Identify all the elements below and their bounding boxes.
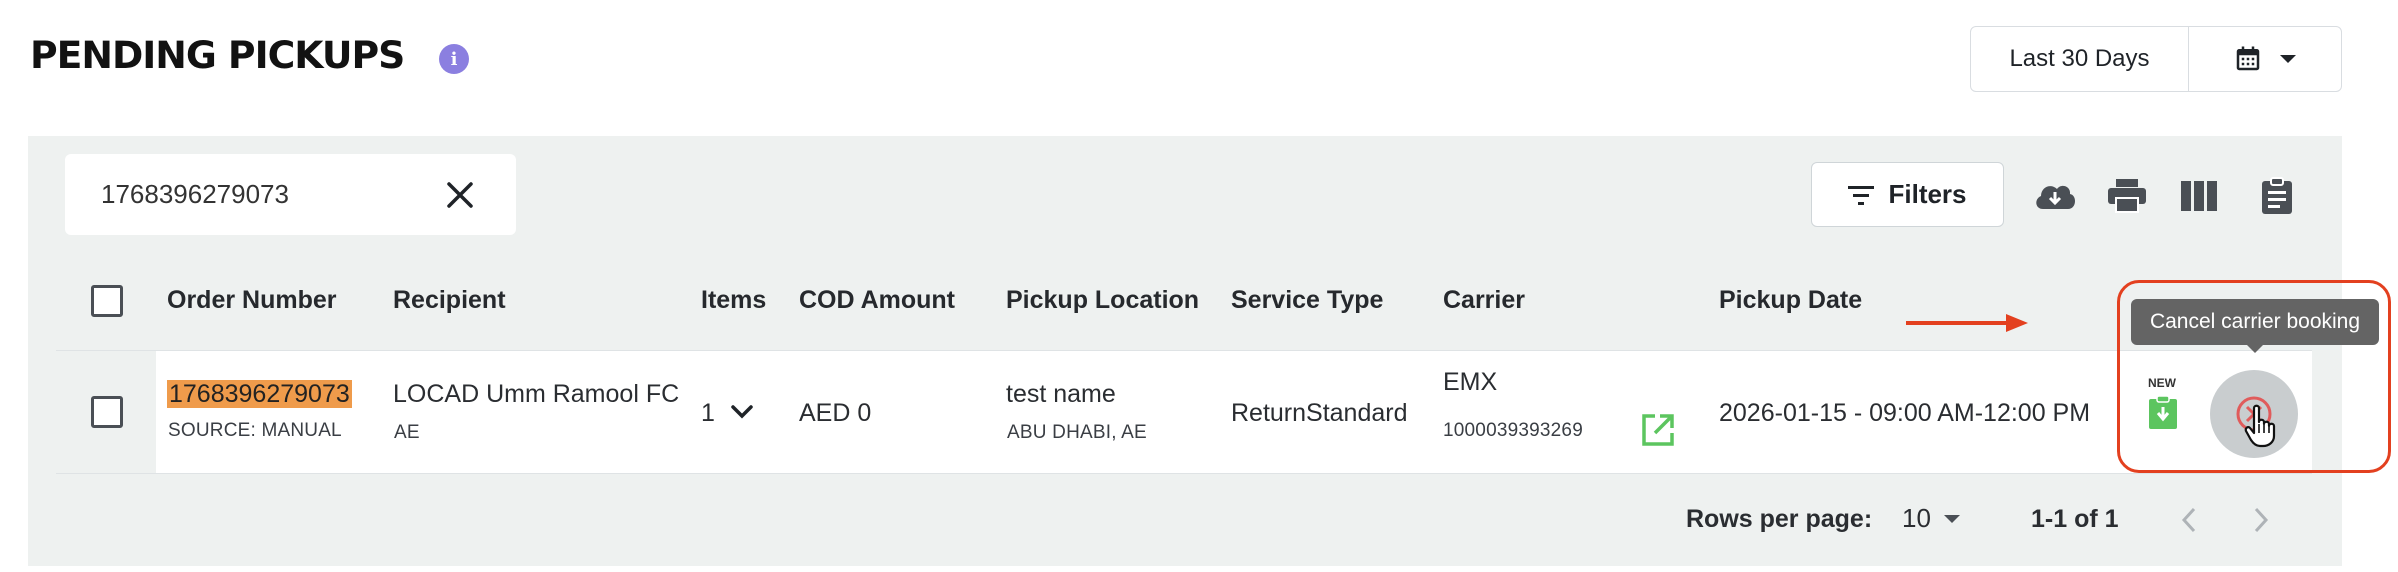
caret-down-icon: [2280, 55, 2296, 63]
chevron-down-icon: [731, 405, 753, 419]
order-number-value[interactable]: 1768396279073: [167, 380, 352, 408]
order-number-cell[interactable]: 1768396279073: [167, 380, 352, 409]
tooltip: Cancel carrier booking: [2131, 299, 2379, 345]
filter-icon: [1848, 185, 1875, 205]
column-header-carrier[interactable]: Carrier: [1443, 286, 1525, 315]
column-header-cod-amount[interactable]: COD Amount: [799, 286, 955, 315]
page-title: PENDING PICKUPS: [30, 34, 405, 77]
row-checkbox[interactable]: [91, 396, 123, 428]
pickup-location-city: ABU DHABI, AE: [1007, 422, 1147, 443]
tracking-number: 1000039393269: [1443, 420, 1583, 441]
external-link-icon: [1642, 414, 1674, 446]
tooltip-arrow: [2246, 344, 2264, 353]
print-icon[interactable]: [2105, 174, 2149, 218]
column-header-recipient[interactable]: Recipient: [393, 286, 506, 315]
previous-page-button[interactable]: [2172, 503, 2206, 537]
service-type: ReturnStandard: [1231, 399, 1408, 427]
select-all-checkbox[interactable]: [91, 285, 123, 317]
close-icon: [447, 181, 473, 208]
filters-label: Filters: [1888, 179, 1967, 209]
date-range-button[interactable]: Last 30 Days: [1971, 27, 2189, 91]
recipient-country: AE: [394, 422, 420, 443]
chevron-left-icon: [2181, 507, 2196, 533]
date-range-group: Last 30 Days: [1970, 26, 2342, 92]
pickup-location-name: test name: [1006, 380, 1116, 408]
recipient-name: LOCAD Umm Ramool FC: [393, 380, 680, 408]
search-field[interactable]: 1768396279073: [65, 154, 516, 235]
column-header-items[interactable]: Items: [701, 286, 766, 315]
search-input-value[interactable]: 1768396279073: [101, 179, 440, 210]
cod-amount: AED 0: [799, 399, 872, 427]
column-header-service-type[interactable]: Service Type: [1231, 286, 1383, 315]
download-icon[interactable]: [2033, 174, 2077, 218]
filters-button[interactable]: Filters: [1811, 162, 2004, 227]
next-page-button[interactable]: [2244, 503, 2278, 537]
pagination-range: 1-1 of 1: [2031, 505, 2119, 533]
rows-per-page-select[interactable]: 10: [1902, 503, 1961, 534]
clear-search-button[interactable]: [440, 175, 480, 215]
column-header-order-number[interactable]: Order Number: [167, 286, 336, 315]
rows-per-page-label: Rows per page:: [1686, 505, 1873, 533]
column-header-pickup-location[interactable]: Pickup Location: [1006, 286, 1199, 315]
calendar-icon: [2236, 46, 2260, 71]
pickup-date: 2026-01-15 - 09:00 AM-12:00 PM: [1719, 399, 2091, 427]
carrier-name: EMX: [1443, 368, 1498, 396]
expand-items-button[interactable]: [731, 405, 753, 424]
column-header-pickup-date[interactable]: Pickup Date: [1719, 286, 1862, 315]
rows-per-page-value: 10: [1902, 503, 1931, 533]
calendar-dropdown-button[interactable]: [2189, 27, 2341, 91]
open-tracking-link[interactable]: [1640, 412, 1676, 453]
chevron-right-icon: [2254, 507, 2269, 533]
columns-icon[interactable]: [2177, 174, 2221, 218]
annotation-arrow: [1906, 312, 2030, 339]
clipboard-icon[interactable]: [2255, 174, 2299, 218]
order-source: SOURCE: MANUAL: [168, 420, 342, 441]
items-count: 1: [701, 399, 715, 427]
caret-down-icon: [1943, 514, 1960, 523]
info-icon[interactable]: i: [439, 44, 469, 74]
